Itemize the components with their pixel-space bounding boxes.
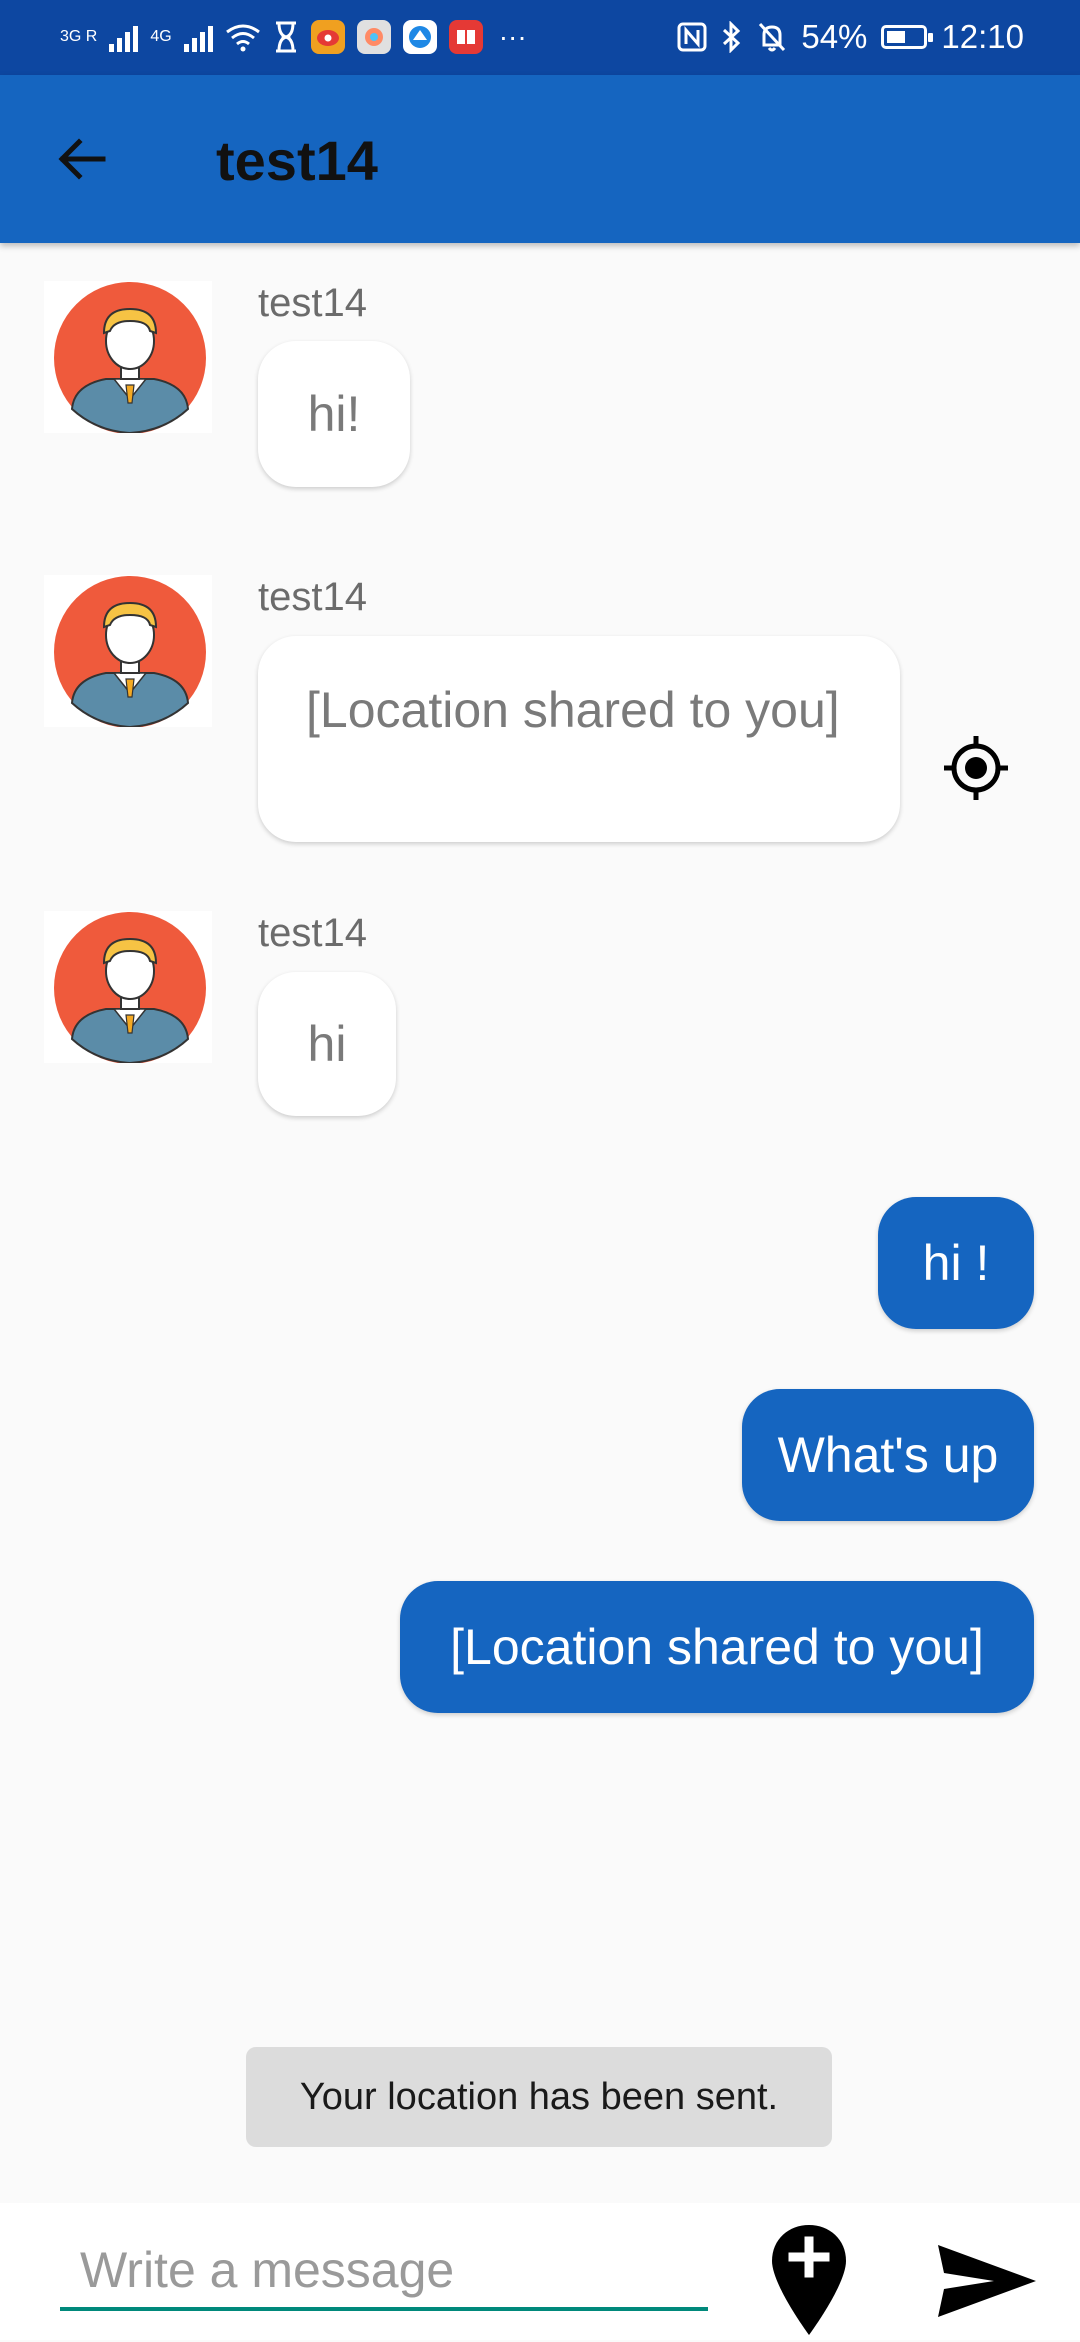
message-input[interactable]	[60, 2239, 708, 2311]
message-composer	[0, 2203, 1080, 2340]
view-location-button[interactable]	[936, 728, 1016, 808]
message-text: [Location shared to you]	[450, 1619, 984, 1675]
app-icon-2	[356, 20, 391, 54]
browser-app-icon	[402, 20, 437, 54]
toast-notification: Your location has been sent.	[246, 2047, 832, 2147]
status-bar: 3G R 4G ··· 54% 12:10	[0, 0, 1080, 75]
back-button[interactable]	[46, 123, 118, 195]
status-right-icons: 54% 12:10	[677, 14, 1024, 60]
clock: 12:10	[941, 18, 1024, 55]
message-text: hi !	[922, 1235, 990, 1291]
user-avatar-icon	[54, 912, 206, 1065]
toast-text: Your location has been sent.	[299, 2075, 779, 2118]
chat-title: test14	[216, 129, 378, 192]
outgoing-location-bubble[interactable]: [Location shared to you]	[400, 1581, 1034, 1713]
incoming-message-bubble[interactable]: hi	[258, 972, 396, 1116]
outgoing-message-bubble[interactable]: hi !	[878, 1197, 1034, 1329]
signal-icon-2	[183, 22, 213, 52]
outgoing-message-bubble[interactable]: What's up	[742, 1389, 1034, 1521]
user-avatar-icon	[54, 576, 206, 729]
status-left-icons: 3G R 4G ···	[60, 14, 527, 60]
send-icon	[938, 2245, 1036, 2317]
avatar[interactable]	[44, 575, 212, 729]
incoming-message-bubble[interactable]: hi!	[258, 341, 410, 487]
battery-icon	[881, 25, 934, 49]
nfc-icon	[677, 22, 707, 52]
weibo-app-icon	[310, 20, 345, 54]
sender-name: test14	[258, 911, 367, 955]
avatar[interactable]	[44, 281, 212, 435]
app-bar: test14	[0, 75, 1080, 243]
mute-bell-icon	[759, 22, 786, 52]
wifi-icon	[225, 24, 260, 52]
hourglass-icon	[275, 21, 296, 53]
sender-name: test14	[258, 281, 367, 325]
send-button[interactable]	[932, 2241, 1042, 2321]
signal-icon	[109, 22, 139, 52]
message-text: hi	[307, 1016, 347, 1072]
message-text: What's up	[777, 1427, 999, 1483]
network-4g-label: 4G	[150, 28, 172, 45]
more-notifications-icon: ···	[498, 21, 527, 52]
bluetooth-icon	[723, 21, 741, 53]
arrow-left-icon	[58, 138, 106, 180]
share-location-button[interactable]	[766, 2221, 852, 2337]
message-text: hi!	[307, 386, 361, 442]
sender-name: test14	[258, 575, 367, 619]
reader-app-icon	[448, 20, 483, 54]
network-3g-label: 3G R	[60, 28, 98, 45]
battery-percent: 54%	[801, 18, 868, 55]
avatar[interactable]	[44, 911, 212, 1065]
user-avatar-icon	[54, 282, 206, 435]
crosshair-target-icon	[944, 736, 1008, 800]
message-text: [Location shared to you]	[306, 682, 840, 738]
incoming-location-bubble[interactable]: [Location shared to you]	[258, 636, 900, 842]
add-location-pin-icon	[772, 2225, 846, 2335]
